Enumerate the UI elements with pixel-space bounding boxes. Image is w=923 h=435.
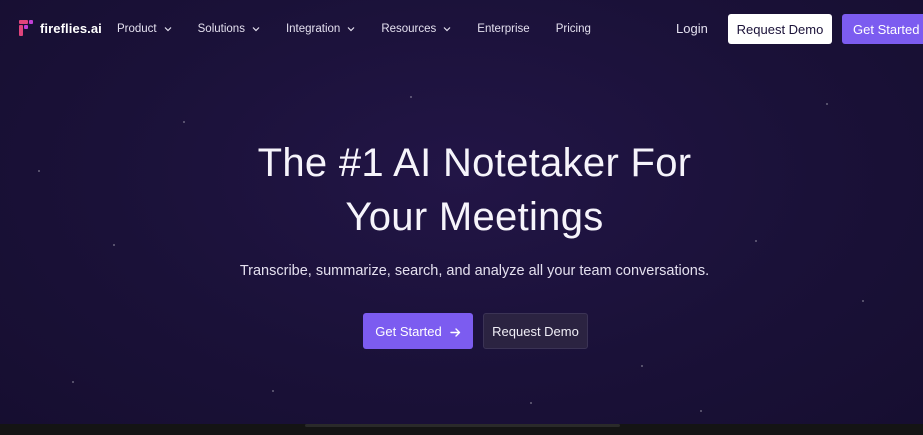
hero-get-started-button[interactable]: Get Started	[363, 313, 473, 349]
nav-item-label: Product	[117, 23, 157, 35]
nav-item-label: Pricing	[555, 23, 591, 35]
hero-cta-group: Get Started Request Demo	[363, 313, 588, 349]
nav-item-pricing[interactable]: Pricing	[556, 23, 591, 35]
hero-title-line-2: Your Meetings	[345, 195, 604, 239]
arrow-right-icon	[450, 326, 461, 337]
bottom-edge-bar	[0, 424, 923, 435]
nav-item-label: Resources	[381, 23, 437, 35]
nav-item-resources[interactable]: Resources	[381, 23, 451, 35]
hero-request-demo-button[interactable]: Request Demo	[483, 313, 588, 349]
top-navigation: fireflies.ai Product Solutions Integrati…	[0, 0, 923, 58]
landing-page: fireflies.ai Product Solutions Integrati…	[0, 0, 923, 435]
hero-request-demo-label: Request Demo	[492, 323, 579, 339]
get-started-button[interactable]: Get Started	[842, 14, 923, 44]
chevron-down-icon	[252, 25, 260, 33]
request-demo-button[interactable]: Request Demo	[728, 14, 832, 44]
nav-item-integration[interactable]: Integration	[286, 23, 355, 35]
hero-title-line-1: The #1 AI Notetaker For	[257, 141, 692, 185]
scroll-indicator	[305, 424, 620, 427]
nav-menu: Product Solutions Integration Resources	[117, 0, 617, 58]
login-link[interactable]: Login	[676, 21, 708, 36]
nav-item-solutions[interactable]: Solutions	[198, 23, 260, 35]
fireflies-logo[interactable]: fireflies.ai	[19, 20, 102, 36]
nav-item-product[interactable]: Product	[117, 23, 172, 35]
hero-title: The #1 AI Notetaker For Your Meetings	[0, 136, 923, 244]
fireflies-logo-icon	[19, 20, 34, 36]
hero-get-started-label: Get Started	[375, 323, 442, 339]
nav-item-label: Enterprise	[477, 23, 530, 35]
nav-item-label: Integration	[285, 23, 341, 35]
nav-item-enterprise[interactable]: Enterprise	[477, 23, 529, 35]
chevron-down-icon	[164, 25, 172, 33]
nav-item-label: Solutions	[197, 23, 245, 35]
chevron-down-icon	[443, 25, 451, 33]
chevron-down-icon	[347, 25, 355, 33]
brand-name: fireflies.ai	[40, 20, 102, 36]
hero-subtitle: Transcribe, summarize, search, and analy…	[239, 263, 710, 279]
